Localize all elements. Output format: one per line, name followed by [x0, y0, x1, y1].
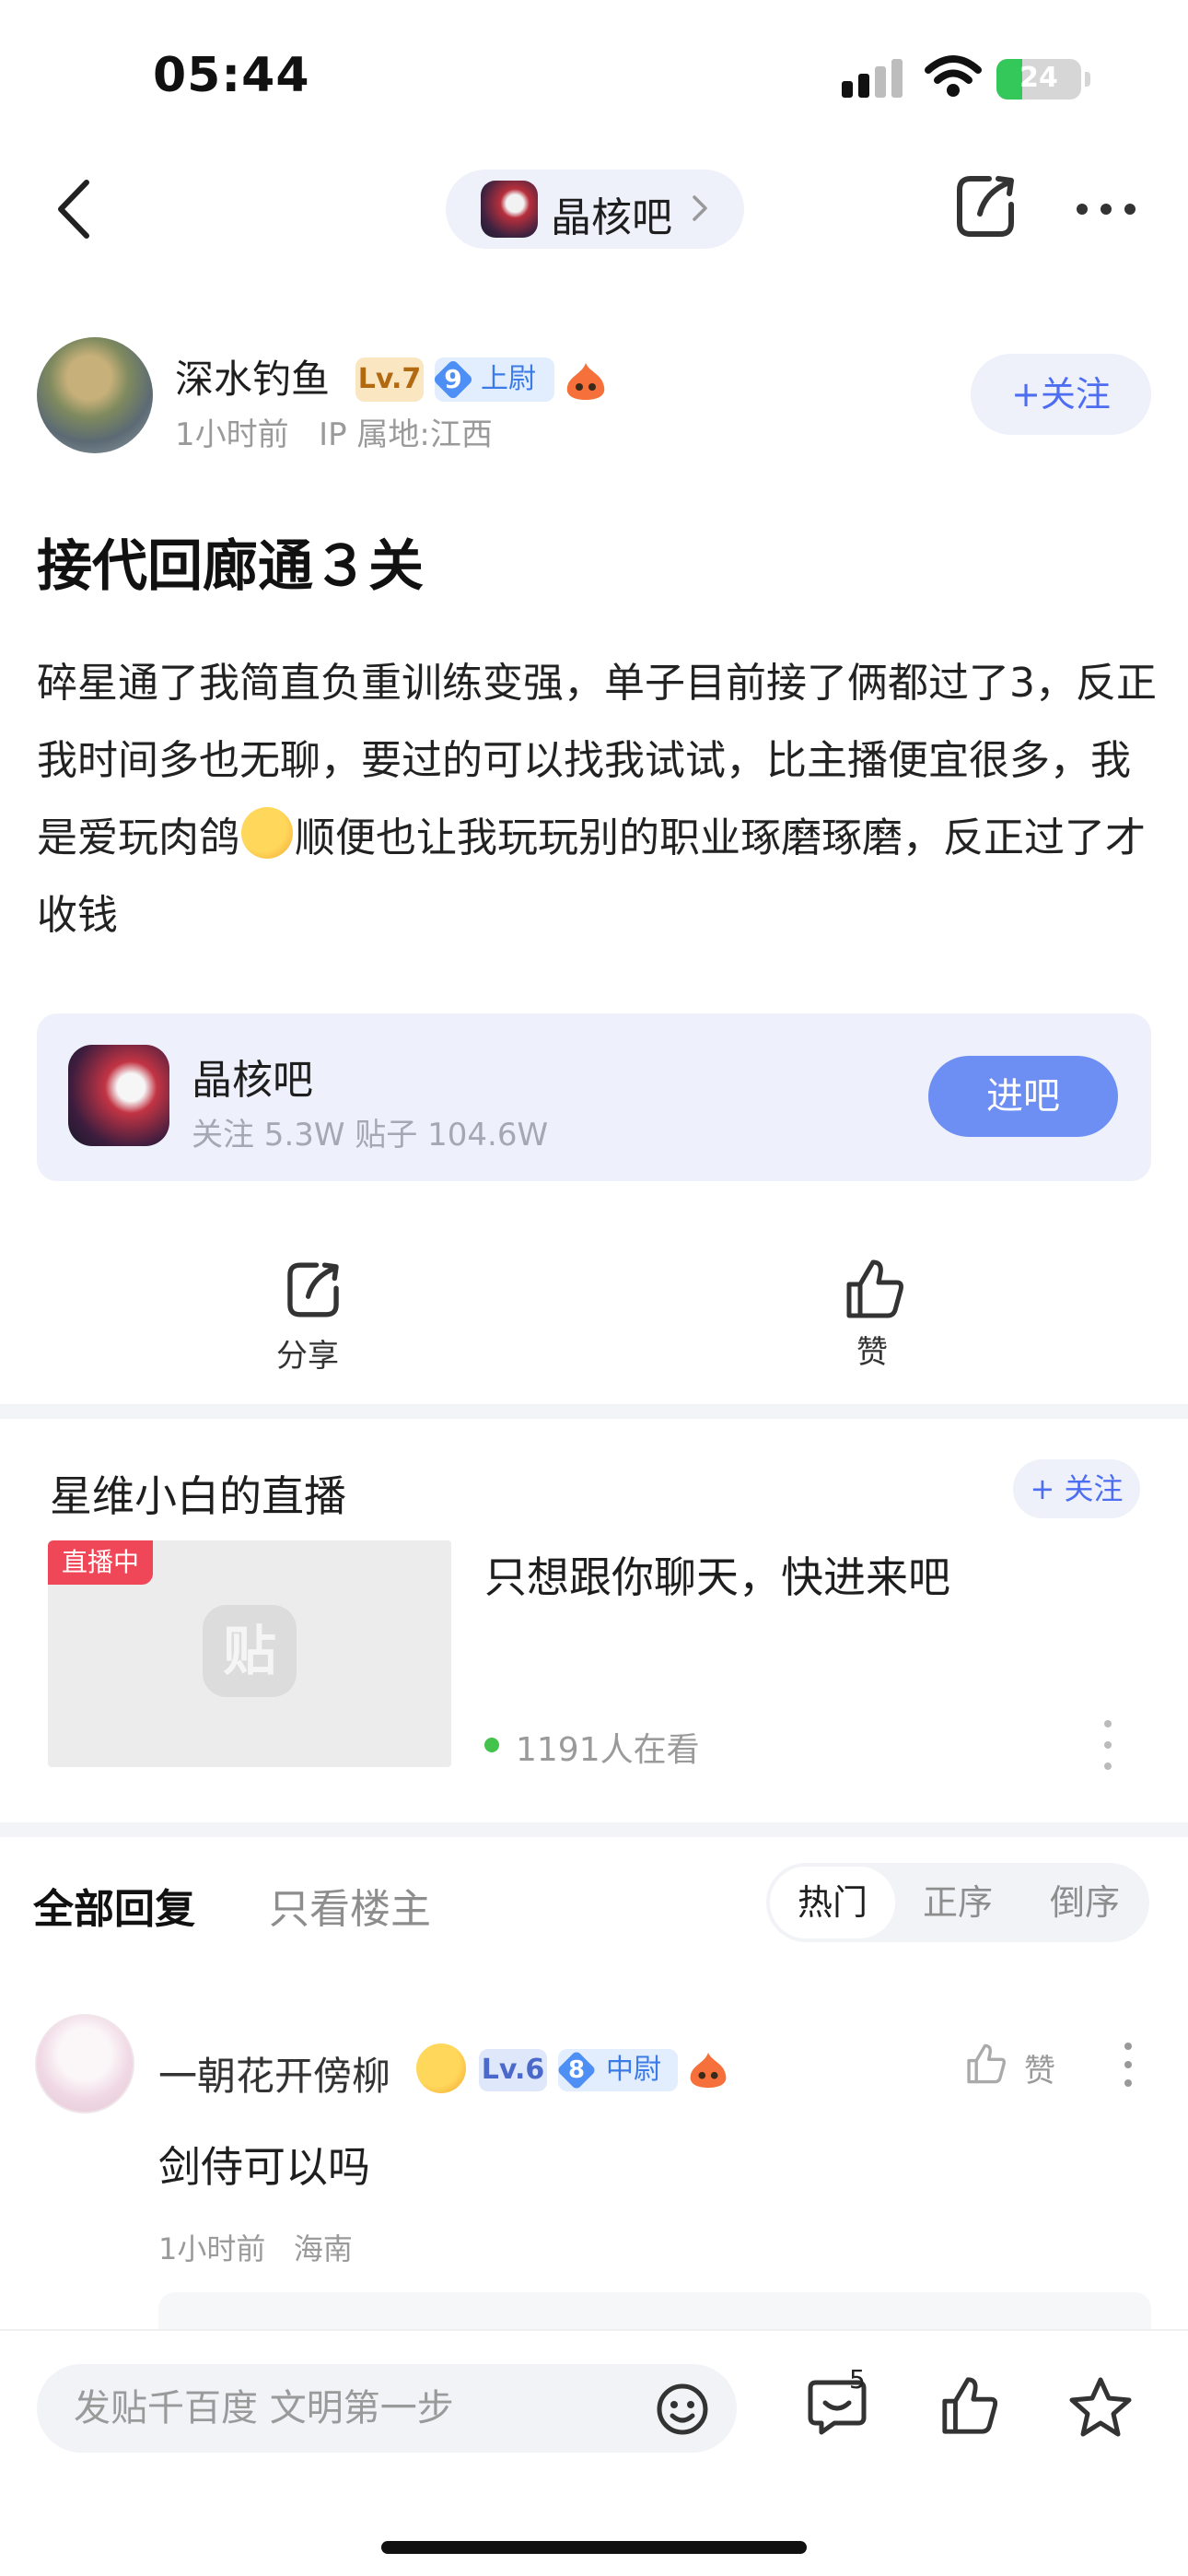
- forum-card-name: 晶核吧: [192, 1057, 313, 1104]
- post-body: 碎星通了我简直负重训练变强，单子目前接了俩都过了3，反正我时间多也无聊，要过的可…: [37, 645, 1160, 954]
- comment-meta: 1小时前 海南: [158, 2226, 353, 2268]
- laughing-emoji-icon: [241, 807, 293, 859]
- comment-text: 剑侍可以吗: [158, 2142, 370, 2192]
- forum-pill-button[interactable]: 晶核吧: [446, 170, 744, 249]
- forum-card-avatar: [68, 1045, 169, 1146]
- comment-time: 1小时前: [158, 2231, 266, 2266]
- sort-ascending[interactable]: 正序: [923, 1863, 993, 1942]
- fire-icon: [690, 2052, 727, 2089]
- reply-input-placeholder: 发贴千百度 文明第一步: [74, 2387, 454, 2430]
- live-status-dot: [484, 1738, 499, 1752]
- share-icon[interactable]: [282, 1259, 344, 1321]
- emoji-icon[interactable]: [656, 2383, 709, 2436]
- sort-toggle: 热门 正序 倒序: [766, 1863, 1149, 1942]
- more-vertical-icon[interactable]: [1124, 2042, 1133, 2088]
- author-level-badge: Lv.7: [355, 357, 424, 402]
- author-location: IP 属地:江西: [319, 416, 493, 453]
- author-rank-number: 9: [444, 364, 462, 394]
- forum-pill-name: 晶核吧: [551, 194, 672, 241]
- live-viewers: 1191人在看: [516, 1731, 700, 1769]
- tieba-logo-icon: 贴: [203, 1605, 297, 1697]
- sub-reply-box[interactable]: [158, 2292, 1151, 2329]
- battery-indicator: 24: [996, 59, 1090, 100]
- like-label[interactable]: 赞: [856, 1327, 888, 1372]
- star-icon[interactable]: [1068, 2375, 1133, 2438]
- tired-emoji-icon: [416, 2043, 466, 2093]
- comment-like-label[interactable]: 赞: [1024, 2045, 1055, 2090]
- back-chevron-icon[interactable]: [53, 177, 94, 241]
- comment-rank-title: 中尉: [606, 2054, 661, 2086]
- wifi-icon: [925, 55, 982, 97]
- live-description[interactable]: 只想跟你聊天，快进来吧: [484, 1544, 950, 1605]
- share-label[interactable]: 分享: [276, 1330, 339, 1376]
- reply-input[interactable]: 发贴千百度 文明第一步: [37, 2364, 737, 2453]
- status-time: 05:44: [153, 48, 310, 103]
- comment-rank-number: 8: [567, 2056, 586, 2084]
- comment-location: 海南: [293, 2231, 353, 2266]
- like-icon[interactable]: [844, 1257, 906, 1321]
- sort-descending[interactable]: 倒序: [1050, 1863, 1120, 1942]
- section-divider: [0, 1404, 1188, 1419]
- comment-rank-badge: 8 中尉: [556, 2049, 678, 2091]
- chevron-right-icon: [693, 195, 707, 221]
- share-icon[interactable]: [952, 171, 1019, 241]
- enter-forum-button[interactable]: 进吧: [928, 1056, 1118, 1137]
- forum-avatar: [481, 181, 538, 238]
- section-divider: [0, 1822, 1188, 1837]
- live-title: 星维小白的直播: [50, 1471, 346, 1521]
- follow-author-button[interactable]: +关注: [971, 354, 1151, 435]
- follow-live-button[interactable]: + 关注: [1013, 1459, 1140, 1518]
- post-time: 1小时前: [175, 416, 289, 453]
- comment-level-badge: Lv.6: [479, 2049, 547, 2091]
- signal-icon: [842, 59, 903, 98]
- home-indicator: [381, 2541, 807, 2554]
- tab-owner-only[interactable]: 只看楼主: [269, 1876, 431, 1935]
- battery-level: 24: [1019, 62, 1058, 94]
- author-name[interactable]: 深水钓鱼: [175, 348, 330, 404]
- author-rank-badge: 9 上尉: [432, 357, 554, 402]
- author-avatar[interactable]: [37, 337, 153, 453]
- forum-card[interactable]: 晶核吧 关注 5.3W 贴子 104.6W 进吧: [37, 1013, 1151, 1181]
- fire-icon: [566, 363, 605, 400]
- forum-card-stats: 关注 5.3W 贴子 104.6W: [192, 1117, 549, 1153]
- like-icon[interactable]: [939, 2373, 1000, 2438]
- comment-count: 5: [849, 2364, 866, 2395]
- like-icon[interactable]: [965, 2042, 1007, 2086]
- comment-author-name[interactable]: 一朝花开傍柳: [158, 2045, 390, 2102]
- tab-all-replies[interactable]: 全部回复: [33, 1876, 195, 1935]
- author-meta: 1小时前 IP 属地:江西: [175, 409, 493, 454]
- comment-avatar[interactable]: [35, 2014, 134, 2113]
- author-rank-title: 上尉: [481, 363, 536, 395]
- live-badge: 直播中: [48, 1540, 153, 1585]
- post-title: 接代回廊通３关: [37, 534, 424, 599]
- more-vertical-icon[interactable]: [1103, 1719, 1112, 1771]
- sort-hot[interactable]: 热门: [770, 1867, 895, 1938]
- more-icon[interactable]: [1076, 203, 1136, 216]
